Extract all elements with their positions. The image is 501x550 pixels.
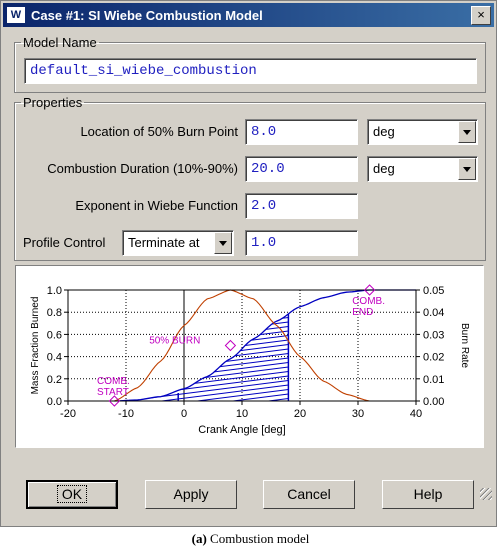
y-left-tick-label: 0.8 bbox=[47, 307, 62, 319]
y-right-tick-label: 0.03 bbox=[423, 329, 444, 341]
model-name-input[interactable]: default_si_wiebe_combustion bbox=[24, 58, 477, 84]
y-right-tick-label: 0.05 bbox=[423, 285, 444, 297]
model-name-legend: Model Name bbox=[23, 35, 97, 50]
hatch-line bbox=[114, 326, 289, 349]
exponent-input[interactable]: 2.0 bbox=[245, 193, 358, 219]
chevron-down-icon[interactable] bbox=[458, 121, 476, 143]
burn-point-label: Location of 50% Burn Point bbox=[80, 124, 238, 139]
ok-button[interactable]: OK bbox=[26, 480, 118, 509]
exponent-label: Exponent in Wiebe Function bbox=[75, 198, 238, 213]
hatch-line bbox=[114, 282, 288, 304]
y-right-tick-label: 0.02 bbox=[423, 352, 444, 364]
y-right-axis-label: Burn Rate bbox=[459, 323, 470, 368]
hatch-line bbox=[114, 266, 288, 281]
profile-control-select[interactable]: Terminate at bbox=[122, 230, 234, 256]
caption-text: Combustion model bbox=[206, 531, 310, 546]
hatch-line bbox=[114, 266, 288, 272]
burn-point-input[interactable]: 8.0 bbox=[245, 119, 358, 145]
duration-unit-select[interactable]: deg bbox=[367, 156, 478, 182]
hatch-line bbox=[114, 277, 288, 299]
hatch-line bbox=[114, 393, 289, 401]
hatch-line bbox=[114, 371, 289, 394]
dialog-window: W Case #1: SI Wiebe Combustion Model × M… bbox=[0, 0, 497, 527]
x-tick-label: 20 bbox=[294, 408, 306, 420]
hatch-line bbox=[114, 357, 289, 381]
combustion-chart: -20 -10 0 10 20 30 40 0.0 0.2 0.4 0.6 0.8 1.0 0.00 0.0… bbox=[30, 266, 470, 448]
comb-end-label: COMB. bbox=[352, 296, 385, 307]
figure-caption: (a) Combustion model bbox=[0, 527, 501, 550]
y-left-tick-label: 0.2 bbox=[47, 374, 62, 386]
y-left-axis-label: Mass Fraction Burned bbox=[30, 297, 41, 395]
x-tick-label: 10 bbox=[236, 408, 248, 420]
hatch-line bbox=[114, 266, 288, 277]
y-right-tick-label: 0.04 bbox=[423, 307, 444, 319]
profile-control-value: Terminate at bbox=[128, 235, 200, 250]
close-button[interactable]: × bbox=[471, 6, 491, 25]
x-tick-label: -10 bbox=[118, 408, 134, 420]
duration-unit-value: deg bbox=[373, 161, 395, 176]
chevron-down-icon[interactable] bbox=[458, 158, 476, 180]
burn-point-unit-value: deg bbox=[373, 124, 395, 139]
help-button[interactable]: Help bbox=[382, 480, 474, 509]
hatch-line bbox=[114, 313, 289, 322]
burn-50-marker bbox=[224, 339, 237, 352]
burn-point-unit-select[interactable]: deg bbox=[367, 119, 478, 145]
hatch-line bbox=[114, 266, 288, 286]
hatch-line bbox=[114, 291, 288, 313]
ok-button-label: OK bbox=[56, 485, 88, 503]
x-tick-label: 0 bbox=[181, 408, 187, 420]
hatch-line bbox=[114, 362, 289, 385]
x-tick-label: -20 bbox=[60, 408, 76, 420]
cancel-button[interactable]: Cancel bbox=[263, 480, 355, 509]
x-tick-label: 30 bbox=[352, 408, 364, 420]
hatch-line bbox=[114, 344, 289, 367]
hatch-line bbox=[114, 335, 289, 358]
hatch-line bbox=[114, 313, 289, 336]
hatch-line bbox=[114, 398, 289, 401]
hatch-line bbox=[114, 313, 289, 318]
hatch-line bbox=[114, 403, 288, 425]
resize-grip-icon[interactable] bbox=[480, 488, 492, 500]
x-tick-label: 40 bbox=[410, 408, 422, 420]
comb-start-label-2: START bbox=[97, 387, 129, 398]
burn-50-label: 50% BURN bbox=[149, 336, 200, 347]
apply-button[interactable]: Apply bbox=[145, 480, 237, 509]
hatch-line bbox=[114, 273, 288, 295]
hatch-line bbox=[114, 339, 289, 363]
duration-input[interactable]: 20.0 bbox=[245, 156, 358, 182]
combustion-chart-panel: -20 -10 0 10 20 30 40 0.0 0.2 0.4 0.6 0.8 1.0 0.00 0.0… bbox=[15, 265, 484, 448]
hatch-line bbox=[114, 348, 289, 372]
comb-end-label-2: END bbox=[352, 307, 373, 318]
y-right-tick-label: 0.01 bbox=[423, 374, 444, 386]
y-left-tick-label: 1.0 bbox=[47, 285, 62, 297]
comb-start-label: COMB. bbox=[97, 376, 130, 387]
y-left-tick-label: 0.4 bbox=[47, 352, 62, 364]
app-icon: W bbox=[7, 7, 25, 23]
profile-control-label: Profile Control bbox=[23, 235, 106, 250]
properties-legend: Properties bbox=[23, 95, 83, 110]
hatch-line bbox=[114, 317, 289, 340]
window-title: Case #1: SI Wiebe Combustion Model bbox=[31, 7, 263, 23]
duration-label: Combustion Duration (10%-90%) bbox=[47, 161, 238, 176]
title-bar[interactable]: W Case #1: SI Wiebe Combustion Model × bbox=[3, 3, 494, 27]
y-left-tick-label: 0.0 bbox=[47, 396, 62, 408]
chevron-down-icon[interactable] bbox=[214, 232, 232, 254]
hatch-line bbox=[114, 268, 288, 290]
hatch-line bbox=[114, 266, 288, 268]
hatch-line bbox=[114, 384, 289, 401]
hatch-line bbox=[114, 435, 288, 448]
caption-prefix: (a) bbox=[191, 531, 207, 546]
x-axis-label: Crank Angle [deg] bbox=[198, 424, 285, 436]
profile-control-input[interactable]: 1.0 bbox=[245, 230, 358, 256]
hatch-line bbox=[114, 439, 288, 447]
y-right-tick-label: 0.00 bbox=[423, 396, 444, 408]
y-left-tick-label: 0.6 bbox=[47, 329, 62, 341]
